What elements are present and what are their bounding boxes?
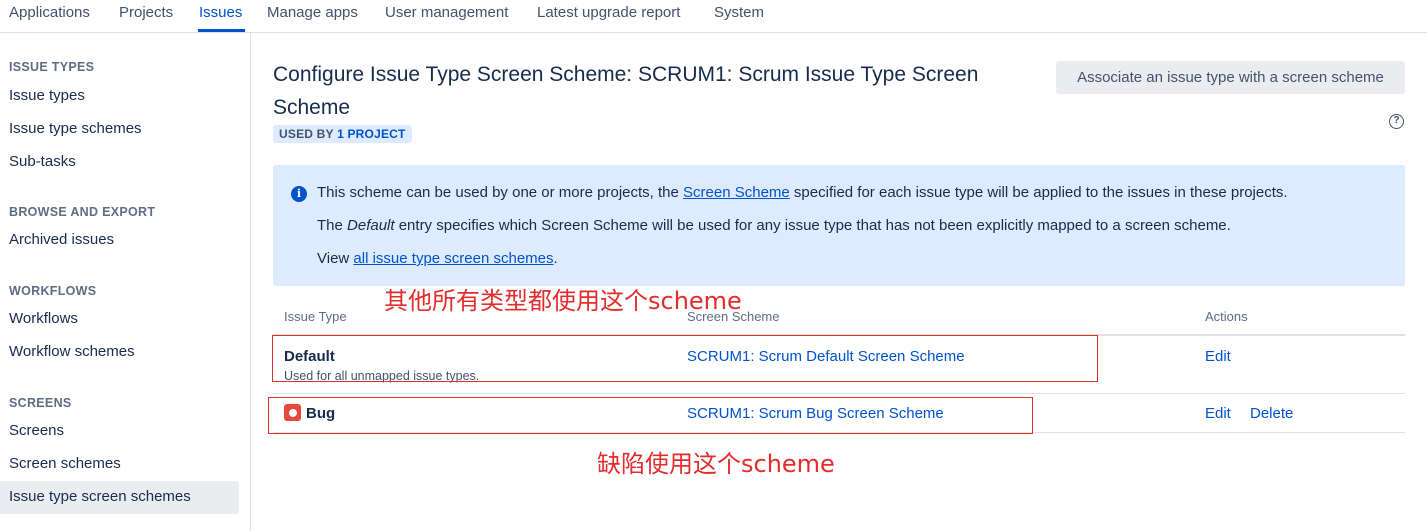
- tab-issues[interactable]: Issues: [199, 4, 242, 21]
- tab-applications[interactable]: Applications: [9, 4, 90, 21]
- sidebar-item-screens[interactable]: Screens: [9, 422, 64, 439]
- info-line-2: The Default entry specifies which Screen…: [317, 217, 1231, 234]
- info-line-3-text-end: .: [553, 250, 558, 267]
- admin-sidebar: ISSUE TYPES Issue types Issue type schem…: [0, 33, 251, 531]
- info-message-panel: i This scheme can be used by one or more…: [273, 165, 1405, 286]
- sidebar-heading-issue-types: ISSUE TYPES: [9, 60, 95, 74]
- row-bug-delete-link[interactable]: Delete: [1250, 405, 1293, 422]
- column-header-actions: Actions: [1205, 309, 1248, 324]
- annotation-bug-note: 缺陷使用这个scheme: [597, 450, 835, 478]
- annotation-default-note: 其他所有类型都使用这个scheme: [384, 287, 742, 315]
- sidebar-item-workflow-schemes[interactable]: Workflow schemes: [9, 343, 135, 360]
- annotation-box-bug-row: [268, 397, 1033, 434]
- column-header-issue-type: Issue Type: [284, 309, 347, 324]
- sidebar-heading-screens: SCREENS: [9, 396, 72, 410]
- all-issue-type-screen-schemes-link[interactable]: all issue type screen schemes: [353, 250, 553, 267]
- used-by-badge: USED BY 1 PROJECT: [273, 125, 412, 143]
- sidebar-item-screen-schemes[interactable]: Screen schemes: [9, 455, 121, 472]
- table-row-divider: [273, 393, 1405, 394]
- associate-issue-type-button[interactable]: Associate an issue type with a screen sc…: [1056, 61, 1405, 94]
- sidebar-heading-workflows: WORKFLOWS: [9, 284, 97, 298]
- tab-system[interactable]: System: [714, 4, 764, 21]
- sidebar-item-issue-type-schemes[interactable]: Issue type schemes: [9, 120, 142, 137]
- info-line-2-default: Default: [347, 217, 395, 234]
- row-default-edit-link[interactable]: Edit: [1205, 348, 1231, 365]
- info-line-1: This scheme can be used by one or more p…: [317, 184, 1288, 201]
- tab-manage-apps[interactable]: Manage apps: [267, 4, 358, 21]
- info-line-3: View all issue type screen schemes.: [317, 250, 558, 267]
- sidebar-item-issue-types[interactable]: Issue types: [9, 87, 85, 104]
- sidebar-item-sub-tasks[interactable]: Sub-tasks: [9, 153, 76, 170]
- admin-top-nav: Applications Projects Issues Manage apps…: [0, 0, 1427, 33]
- sidebar-item-archived-issues[interactable]: Archived issues: [9, 231, 114, 248]
- row-bug-edit-link[interactable]: Edit: [1205, 405, 1231, 422]
- info-line-1-text: This scheme can be used by one or more p…: [317, 184, 684, 201]
- info-line-2-text-end: entry specifies which Screen Scheme will…: [394, 217, 1231, 234]
- info-icon: i: [291, 186, 307, 202]
- active-tab-indicator: [198, 29, 245, 32]
- info-line-3-text: View: [317, 250, 354, 267]
- used-by-label: USED BY: [279, 127, 338, 141]
- tab-latest-upgrade-report[interactable]: Latest upgrade report: [537, 4, 680, 21]
- used-by-project-count[interactable]: 1 PROJECT: [337, 127, 406, 141]
- page-title: Configure Issue Type Screen Scheme: SCRU…: [273, 63, 979, 119]
- sidebar-item-workflows[interactable]: Workflows: [9, 310, 78, 327]
- tab-user-management[interactable]: User management: [385, 4, 508, 21]
- help-icon[interactable]: ?: [1389, 114, 1404, 129]
- info-line-2-text: The: [317, 217, 348, 234]
- annotation-box-default-row: [272, 335, 1098, 382]
- screen-scheme-link[interactable]: Screen Scheme: [683, 184, 790, 201]
- info-line-1-text-end: specified for each issue type will be ap…: [789, 184, 1288, 201]
- sidebar-item-issue-type-screen-schemes[interactable]: Issue type screen schemes: [9, 488, 191, 505]
- tab-projects[interactable]: Projects: [119, 4, 173, 21]
- sidebar-heading-browse-export: BROWSE AND EXPORT: [9, 205, 156, 219]
